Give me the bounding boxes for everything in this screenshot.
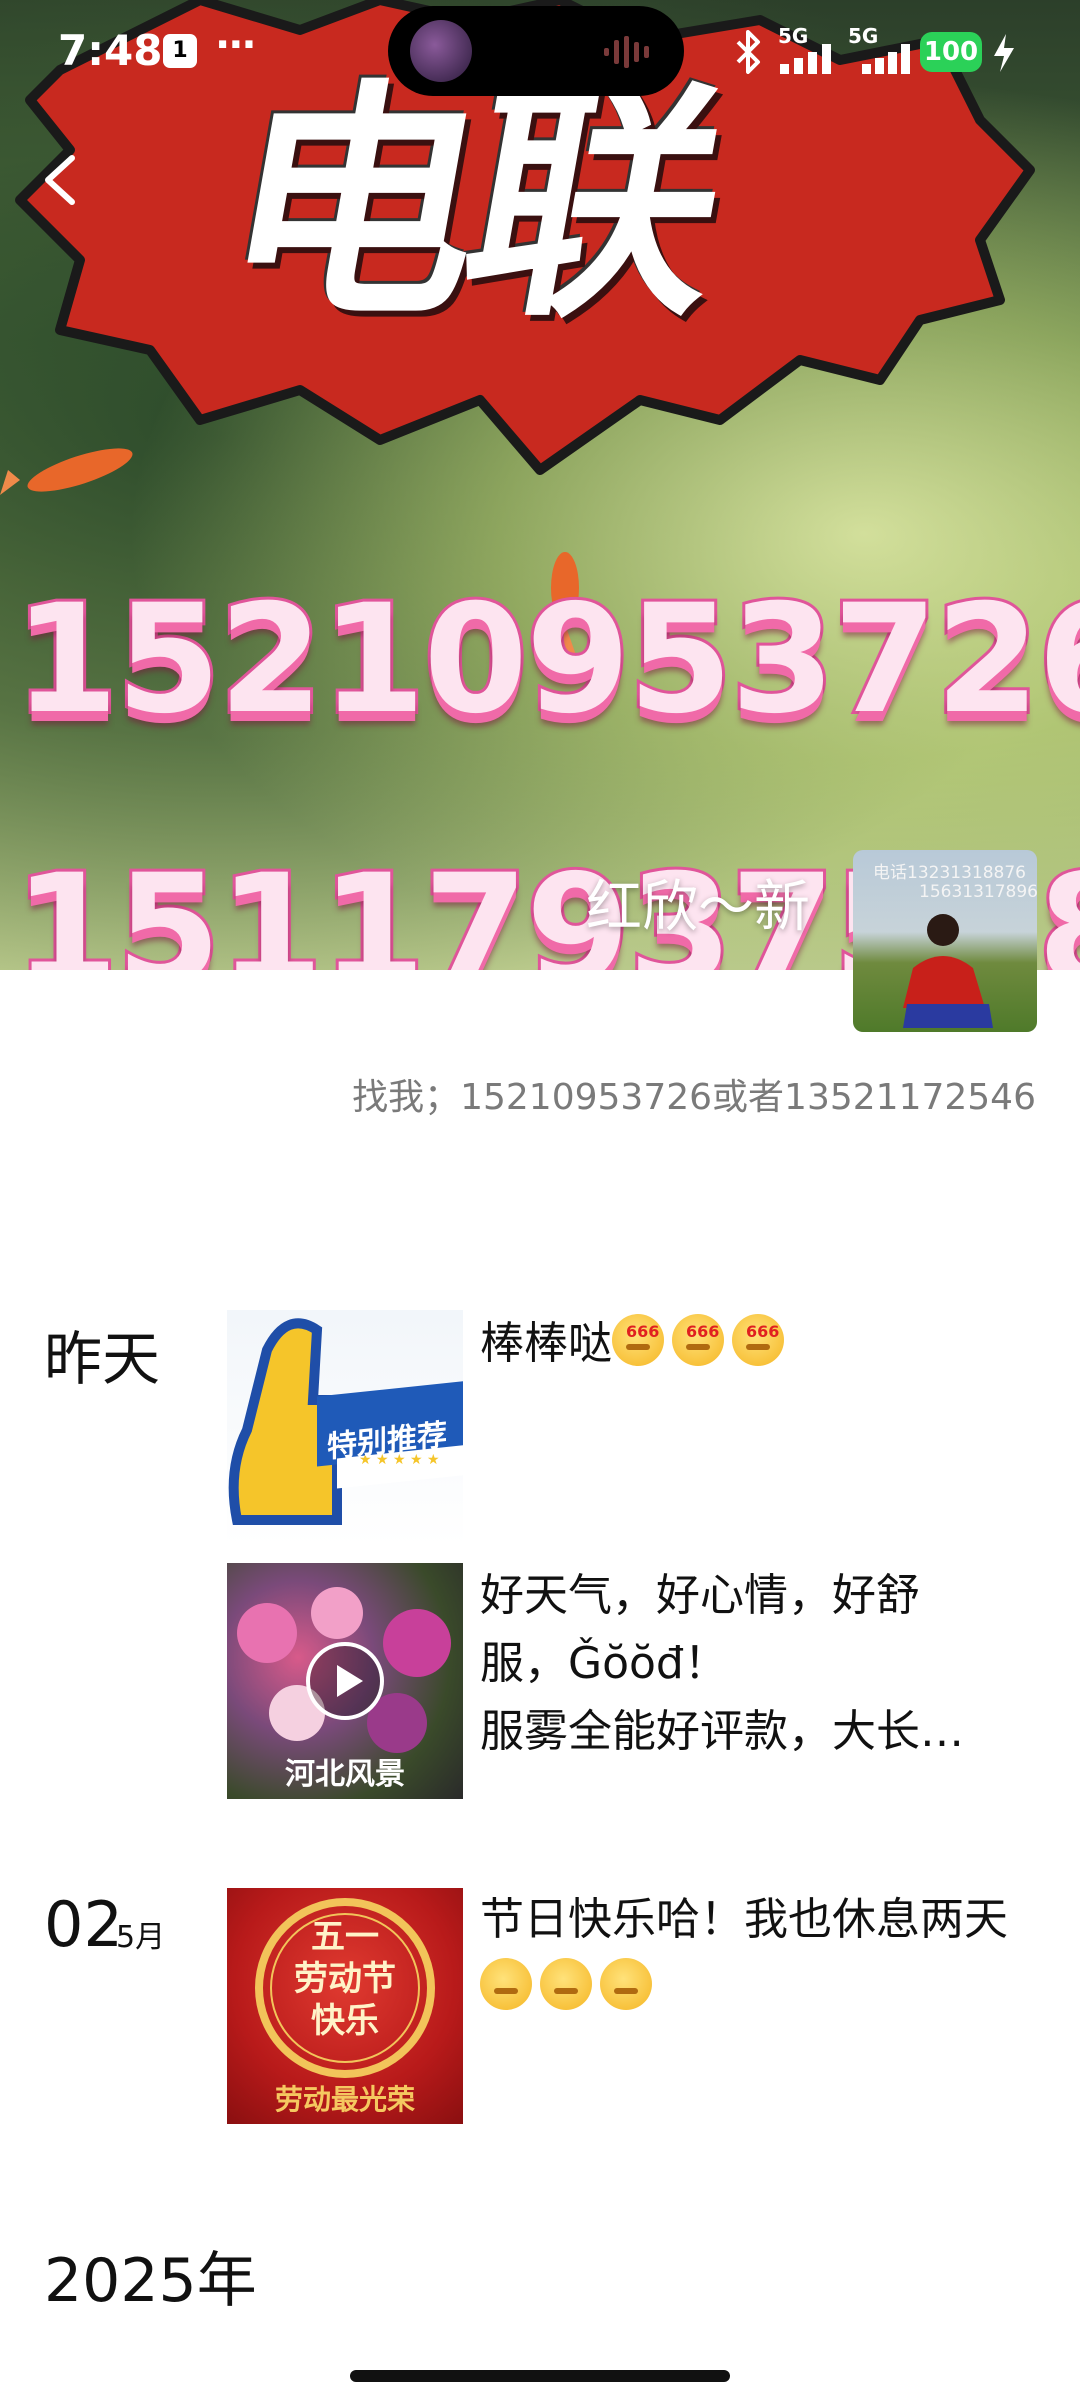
feed-date-day: 02 (44, 1888, 123, 1961)
emoji-666-label: 666 (686, 1322, 720, 1341)
post-thumbnail-labor-day[interactable]: 五一 劳动节 快乐 劳动最光荣 (227, 1888, 463, 2124)
smirk-666-emoji-icon: 666 (672, 1314, 724, 1366)
cover-phone-number-1: 15210953726 (11, 572, 1080, 748)
now-playing-artwork (410, 20, 472, 82)
labor-day-title: 五一 劳动节 快乐 (227, 1916, 463, 2042)
cellular-signal-icon-1 (780, 44, 831, 74)
avatar-phone-text-2: 15631317896 (919, 882, 1037, 902)
labor-day-line-2: 劳动节 (294, 1959, 396, 1999)
post-thumbnail-recommend[interactable]: ★ ★ ★ ★ ★ 特别推荐 (227, 1310, 463, 1546)
labor-day-line-3: 快乐 (311, 2001, 379, 2041)
status-time: 7:48 (58, 26, 163, 75)
dynamic-island[interactable] (388, 6, 684, 96)
face-hand-emoji-icon (600, 1958, 652, 2010)
cellular-signal-icon-2 (862, 44, 910, 74)
labor-day-line-1: 五一 (311, 1917, 379, 1957)
post-text-2[interactable]: 好天气，好心情，好舒 服，Ǧŏŏđ！ 服雾全能好评款，大长… (480, 1562, 1040, 1766)
post-text-2-line-2: 服，Ǧŏŏđ！ (480, 1638, 728, 1689)
post-text-3-body: 节日快乐哈！我也休息两天 (480, 1894, 1008, 1945)
feed-year-label: 2025年 (44, 2246, 257, 2316)
post-text-1[interactable]: 棒棒哒 666 666 666 (480, 1310, 1040, 1378)
emoji-666-label: 666 (626, 1322, 660, 1341)
bluetooth-icon (736, 30, 760, 74)
video-thumbnail-caption: 河北风景 (285, 1757, 405, 1792)
profile-name: 红欣～新 (586, 875, 810, 940)
charging-bolt-icon (994, 34, 1014, 72)
emoji-666-label: 666 (746, 1322, 780, 1341)
post-text-2-line-1: 好天气，好心情，好舒 (480, 1570, 920, 1621)
smirk-666-emoji-icon: 666 (612, 1314, 664, 1366)
koi-fish-graphic (0, 448, 133, 495)
labor-day-footer: 劳动最光荣 (274, 2083, 415, 2116)
face-hand-emoji-icon (480, 1958, 532, 2010)
home-indicator[interactable] (350, 2370, 730, 2382)
back-arrow-icon[interactable] (36, 150, 86, 210)
avatar-phone-text-1: 电话13231318876 (873, 863, 1026, 883)
play-icon[interactable] (305, 1641, 385, 1721)
notification-badge: 1 (163, 34, 197, 68)
avatar-person-figure (903, 914, 993, 1028)
smirk-666-emoji-icon: 666 (732, 1314, 784, 1366)
cover-image[interactable]: 电联 15210953726 15117937548 (0, 0, 1080, 970)
avatar[interactable]: 电话13231318876 15631317896 (853, 850, 1037, 1032)
face-hand-emoji-icon (540, 1958, 592, 2010)
battery-indicator: 100 (920, 32, 982, 72)
status-bar: 7:48 1 ··· 5G 5G 100 (0, 0, 1080, 104)
more-notifications-icon: ··· (215, 22, 257, 68)
audio-wave-icon (604, 36, 649, 68)
post-video-thumbnail-flowers[interactable]: 河北风景 (227, 1563, 463, 1799)
profile-signature: 找我；15210953726或者13521172546 (352, 1077, 1036, 1118)
post-text-3[interactable]: 节日快乐哈！我也休息两天 (480, 1886, 1040, 2022)
post-text-2-line-3: 服雾全能好评款，大长… (480, 1706, 964, 1757)
feed-date-month: 5月 (116, 1920, 166, 1955)
feed-date-yesterday: 昨天 (44, 1325, 161, 1393)
post-text-1-body: 棒棒哒 (480, 1318, 612, 1369)
